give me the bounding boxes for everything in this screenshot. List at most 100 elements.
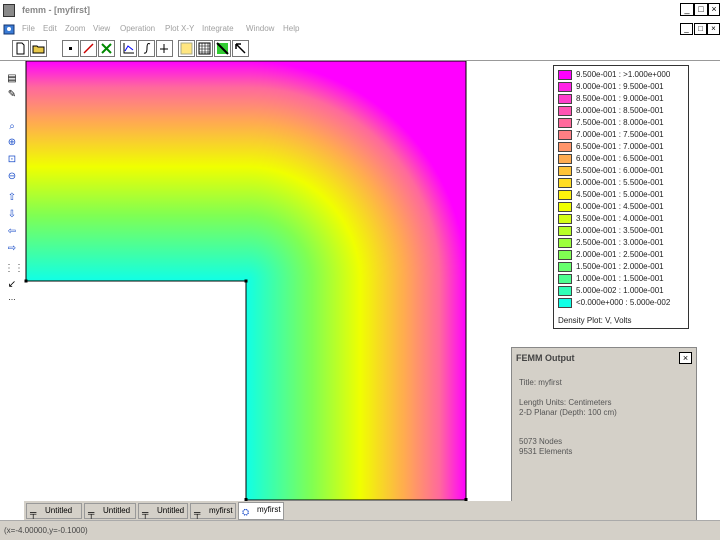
legend-entry: 8.500e-001 : 9.000e-001 <box>558 94 686 104</box>
preprocessor-icon: ╤ <box>194 508 201 518</box>
grid-toggle-icon[interactable]: ⋮⋮ <box>4 261 24 277</box>
maximize-button[interactable]: □ <box>694 3 708 16</box>
menu-integrate[interactable]: Integrate <box>202 24 234 33</box>
legend-label: 8.000e-001 : 8.500e-001 <box>576 106 664 115</box>
tab-untitled-3[interactable]: ╤ Untitled <box>138 503 188 519</box>
minimize-button[interactable]: _ <box>680 3 694 16</box>
legend-swatch <box>558 214 572 224</box>
line-icon[interactable] <box>80 40 97 57</box>
mdi-minimize-button[interactable]: _ <box>680 23 693 35</box>
legend-entry: 3.500e-001 : 4.000e-001 <box>558 214 686 224</box>
menu-file[interactable]: File <box>22 24 35 33</box>
legend-entry: <0.000e+000 : 5.000e-002 <box>558 298 686 308</box>
integral-icon[interactable] <box>138 40 155 57</box>
femm-output-window[interactable]: FEMM Output × Title: myfirst Length Unit… <box>511 347 697 540</box>
edit-icon[interactable]: ✎ <box>4 87 20 103</box>
legend-label: 8.500e-001 : 9.000e-001 <box>576 94 664 103</box>
grid-icon[interactable] <box>178 40 195 57</box>
menu-window[interactable]: Window <box>246 24 274 33</box>
mdi-restore-button[interactable]: □ <box>694 23 707 35</box>
vector-plot-icon[interactable] <box>214 40 231 57</box>
new-icon[interactable] <box>12 40 29 57</box>
output-line-units: Length Units: Centimeters <box>519 398 612 407</box>
arrow-tool-icon[interactable] <box>232 40 249 57</box>
tab-myfirst-pre[interactable]: ╤ myfirst <box>190 503 236 519</box>
zoom-in-icon[interactable]: ⊕ <box>4 135 20 151</box>
zoom-out-icon[interactable]: ⊖ <box>4 169 20 185</box>
node-point[interactable] <box>244 279 248 283</box>
tab-untitled-2[interactable]: ╤ Untitled <box>84 503 136 519</box>
legend-label: 6.000e-001 : 6.500e-001 <box>576 154 664 163</box>
tab-label: Untitled <box>157 506 185 515</box>
legend-entry: 6.000e-001 : 6.500e-001 <box>558 154 686 164</box>
legend-label: 7.000e-001 : 7.500e-001 <box>576 130 664 139</box>
tab-label: Untitled <box>45 506 73 515</box>
status-bar: (x=-4.00000,y=-0.1000) <box>0 520 720 540</box>
tab-untitled-1[interactable]: ╤ Untitled <box>26 503 82 519</box>
legend-label: 1.500e-001 : 2.000e-001 <box>576 262 664 271</box>
legend-entry: 1.500e-001 : 2.000e-001 <box>558 262 686 272</box>
contour-icon[interactable] <box>156 40 173 57</box>
legend-label: 9.000e-001 : 9.500e-001 <box>576 82 664 91</box>
point-icon[interactable] <box>62 40 79 57</box>
settings-icon[interactable]: ⋯ <box>4 293 20 309</box>
legend-swatch <box>558 274 572 284</box>
pan-down-icon[interactable]: ⇩ <box>4 207 20 223</box>
menu-view[interactable]: View <box>93 24 110 33</box>
legend-swatch <box>558 286 572 296</box>
open-icon[interactable] <box>30 40 47 57</box>
select-icon[interactable]: ▤ <box>4 71 20 87</box>
legend-swatch <box>558 226 572 236</box>
legend-entry: 7.500e-001 : 8.000e-001 <box>558 118 686 128</box>
pan-left-icon[interactable]: ⇦ <box>4 224 20 240</box>
zoom-icon[interactable]: ⌕ <box>4 119 20 135</box>
node-point[interactable] <box>24 279 28 283</box>
tab-myfirst-post[interactable]: ⛭ myfirst <box>238 502 284 520</box>
output-line-title: Title: myfirst <box>519 378 562 387</box>
density-plot-icon[interactable] <box>196 40 213 57</box>
region-top-arm <box>26 61 246 281</box>
legend-label: 3.000e-001 : 3.500e-001 <box>576 226 664 235</box>
output-title: FEMM Output <box>516 353 575 363</box>
legend-swatch <box>558 94 572 104</box>
legend-label: 4.000e-001 : 4.500e-001 <box>576 202 664 211</box>
pan-right-icon[interactable]: ⇨ <box>4 241 20 257</box>
menu-zoom[interactable]: Zoom <box>65 24 85 33</box>
density-legend: 9.500e-001 : >1.000e+000 9.000e-001 : 9.5… <box>553 65 689 329</box>
menu-plot-xy[interactable]: Plot X-Y <box>165 24 194 33</box>
legend-entry: 1.000e-001 : 1.500e-001 <box>558 274 686 284</box>
output-line-problem: 2-D Planar (Depth: 100 cm) <box>519 408 617 417</box>
output-title-bar[interactable]: FEMM Output × <box>512 348 696 367</box>
legend-swatch <box>558 202 572 212</box>
region-right-arm <box>246 281 466 500</box>
legend-swatch <box>558 82 572 92</box>
legend-entry: 8.000e-001 : 8.500e-001 <box>558 106 686 116</box>
legend-label: 3.500e-001 : 4.000e-001 <box>576 214 664 223</box>
snap-icon[interactable]: ↙ <box>4 277 20 293</box>
legend-label: 5.000e-001 : 5.500e-001 <box>576 178 664 187</box>
legend-label: 2.500e-001 : 3.000e-001 <box>576 238 664 247</box>
mesh-icon[interactable] <box>98 40 115 57</box>
menu-help[interactable]: Help <box>283 24 299 33</box>
legend-label: 7.500e-001 : 8.000e-001 <box>576 118 664 127</box>
output-line-elements: 9531 Elements <box>519 447 573 456</box>
legend-entry: 5.000e-002 : 1.000e-001 <box>558 286 686 296</box>
legend-entry: 9.000e-001 : 9.500e-001 <box>558 82 686 92</box>
legend-swatch <box>558 250 572 260</box>
zoom-window-icon[interactable]: ⊡ <box>4 152 20 168</box>
legend-swatch <box>558 70 572 80</box>
menu-edit[interactable]: Edit <box>43 24 57 33</box>
legend-label: 5.000e-002 : 1.000e-001 <box>576 286 664 295</box>
preprocessor-icon: ╤ <box>88 508 95 518</box>
preprocessor-icon: ╤ <box>30 508 37 518</box>
pan-up-icon[interactable]: ⇧ <box>4 190 20 206</box>
xy-plot-icon[interactable] <box>120 40 137 57</box>
legend-swatch <box>558 262 572 272</box>
close-button[interactable]: × <box>708 3 720 16</box>
tab-label: myfirst <box>257 505 281 514</box>
menu-operation[interactable]: Operation <box>120 24 155 33</box>
preprocessor-icon: ╤ <box>142 508 149 518</box>
mdi-close-button[interactable]: × <box>707 23 720 35</box>
legend-entry: 5.000e-001 : 5.500e-001 <box>558 178 686 188</box>
output-close-button[interactable]: × <box>679 352 692 364</box>
